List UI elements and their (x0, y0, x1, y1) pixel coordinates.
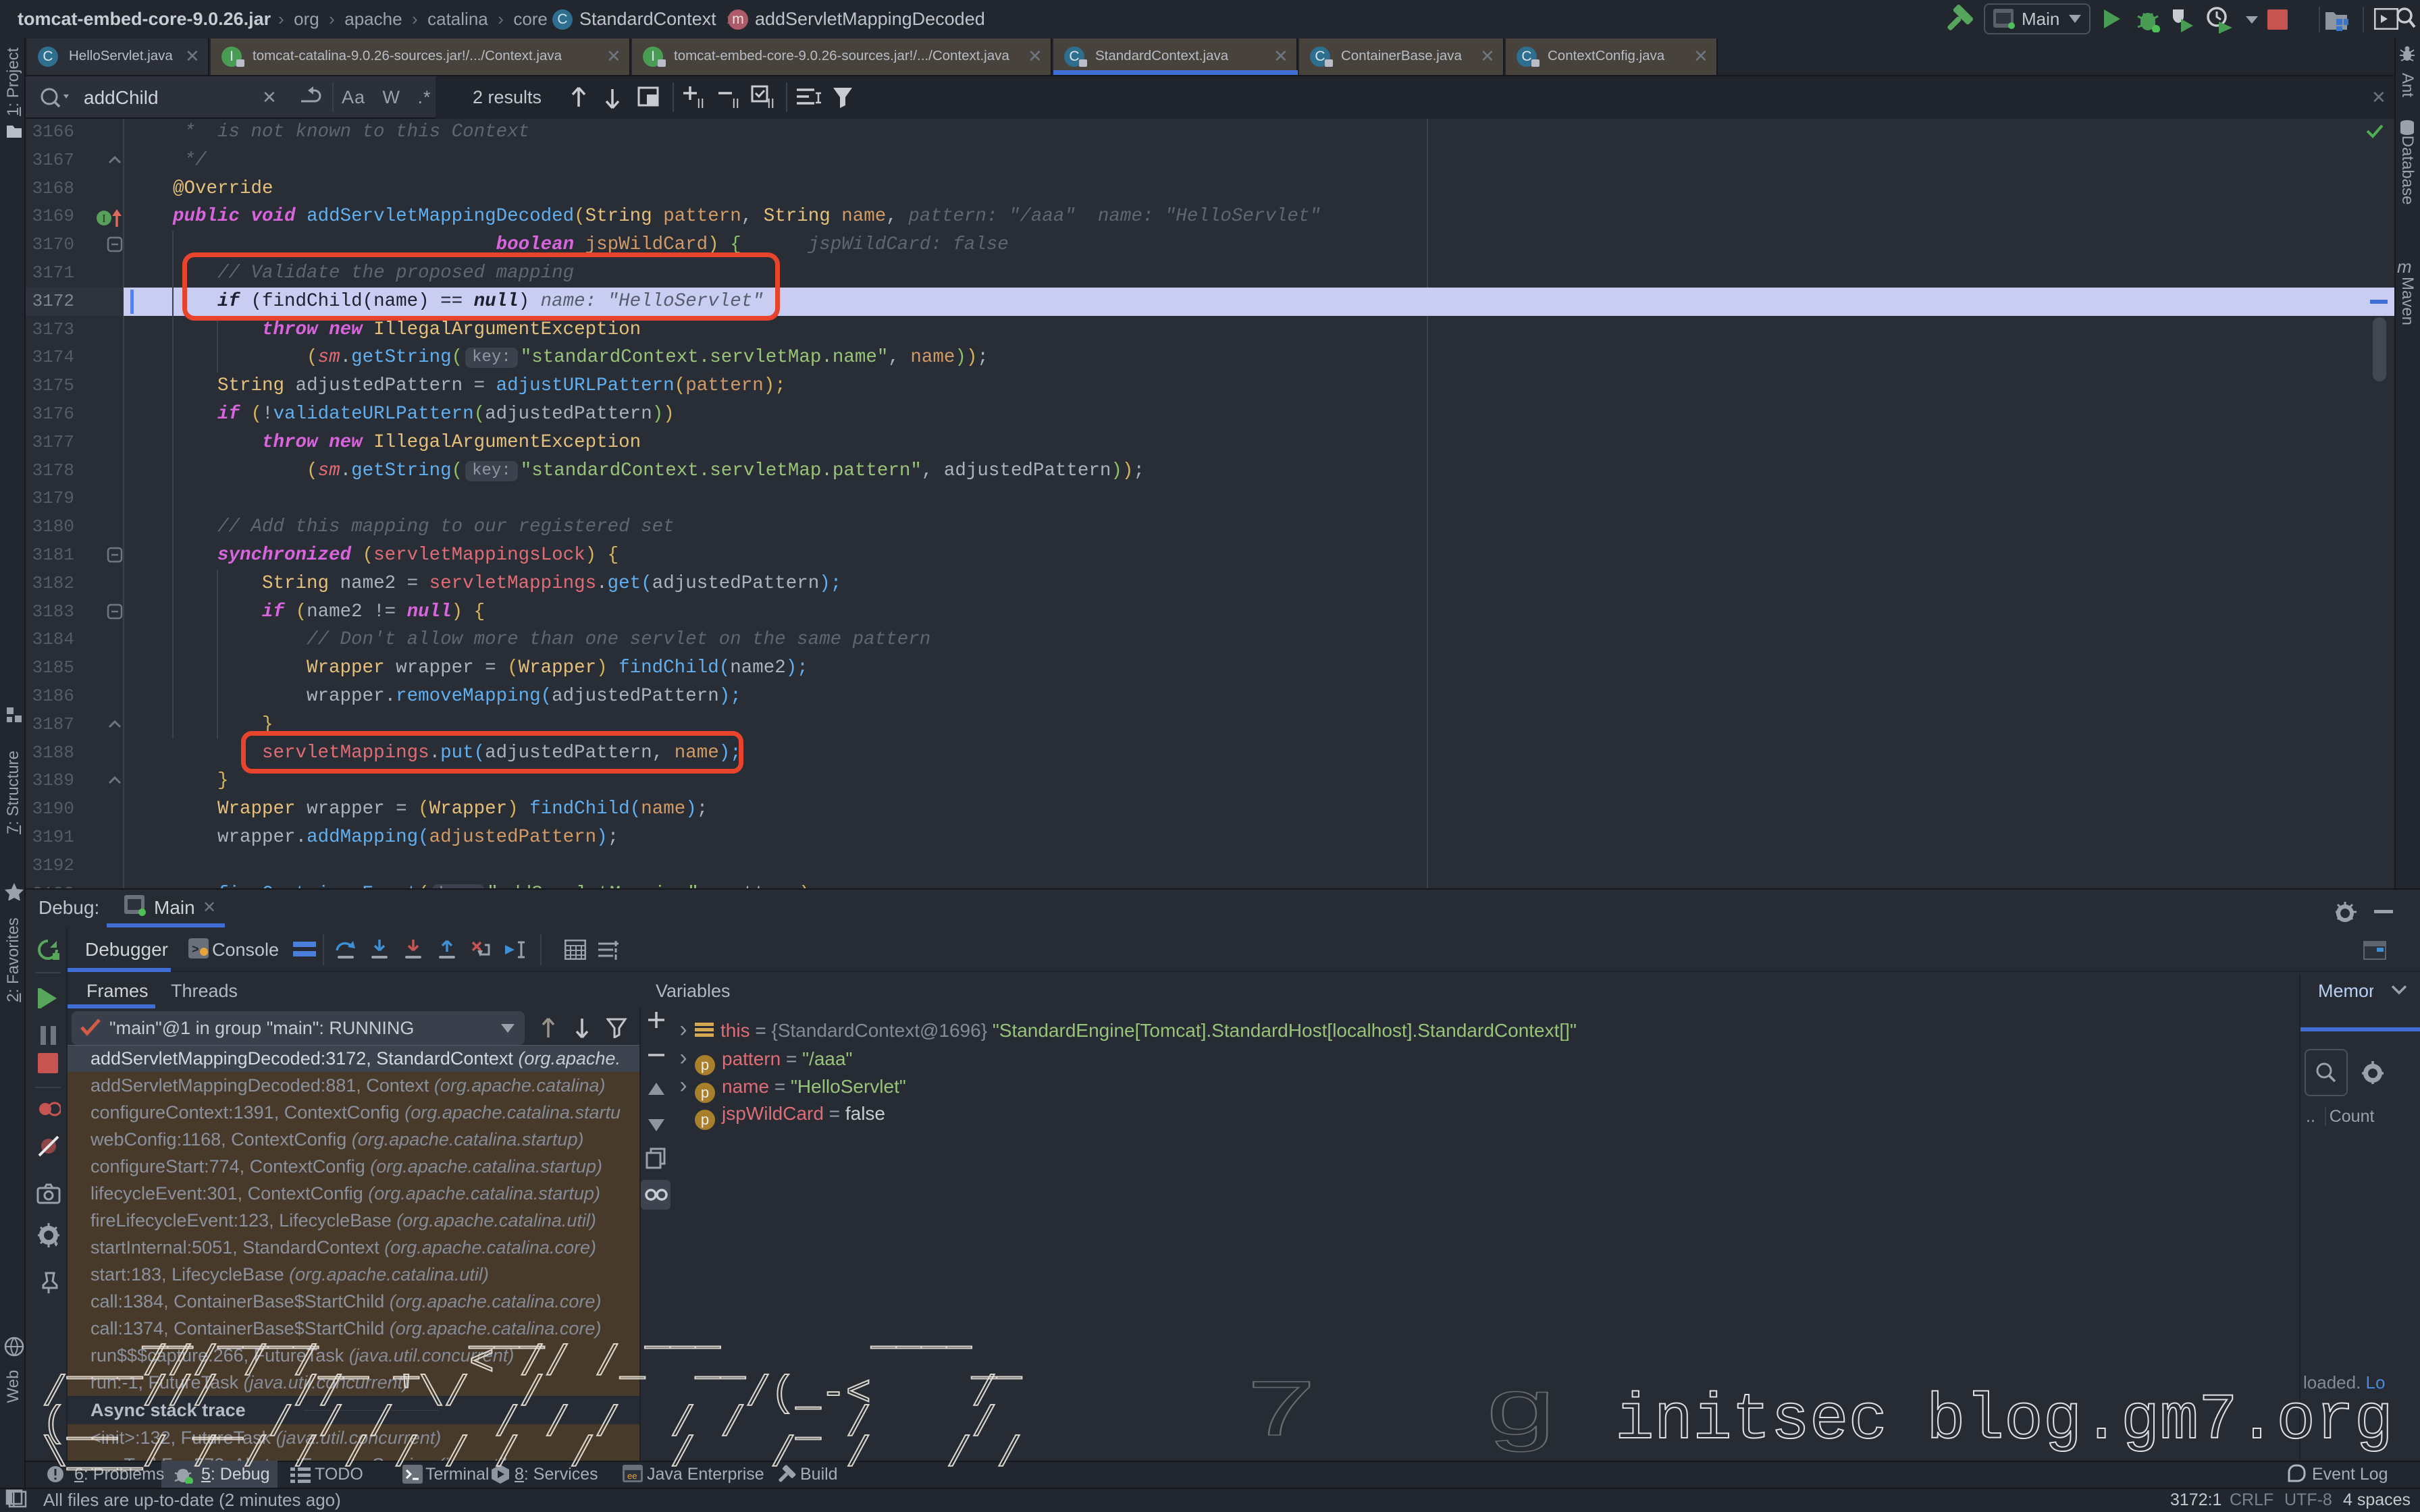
svg-text:I: I (102, 212, 106, 225)
svg-text:II: II (697, 97, 704, 111)
svg-text:II: II (732, 97, 739, 111)
svg-text:ee: ee (627, 1471, 637, 1481)
svg-text:II: II (767, 97, 774, 111)
